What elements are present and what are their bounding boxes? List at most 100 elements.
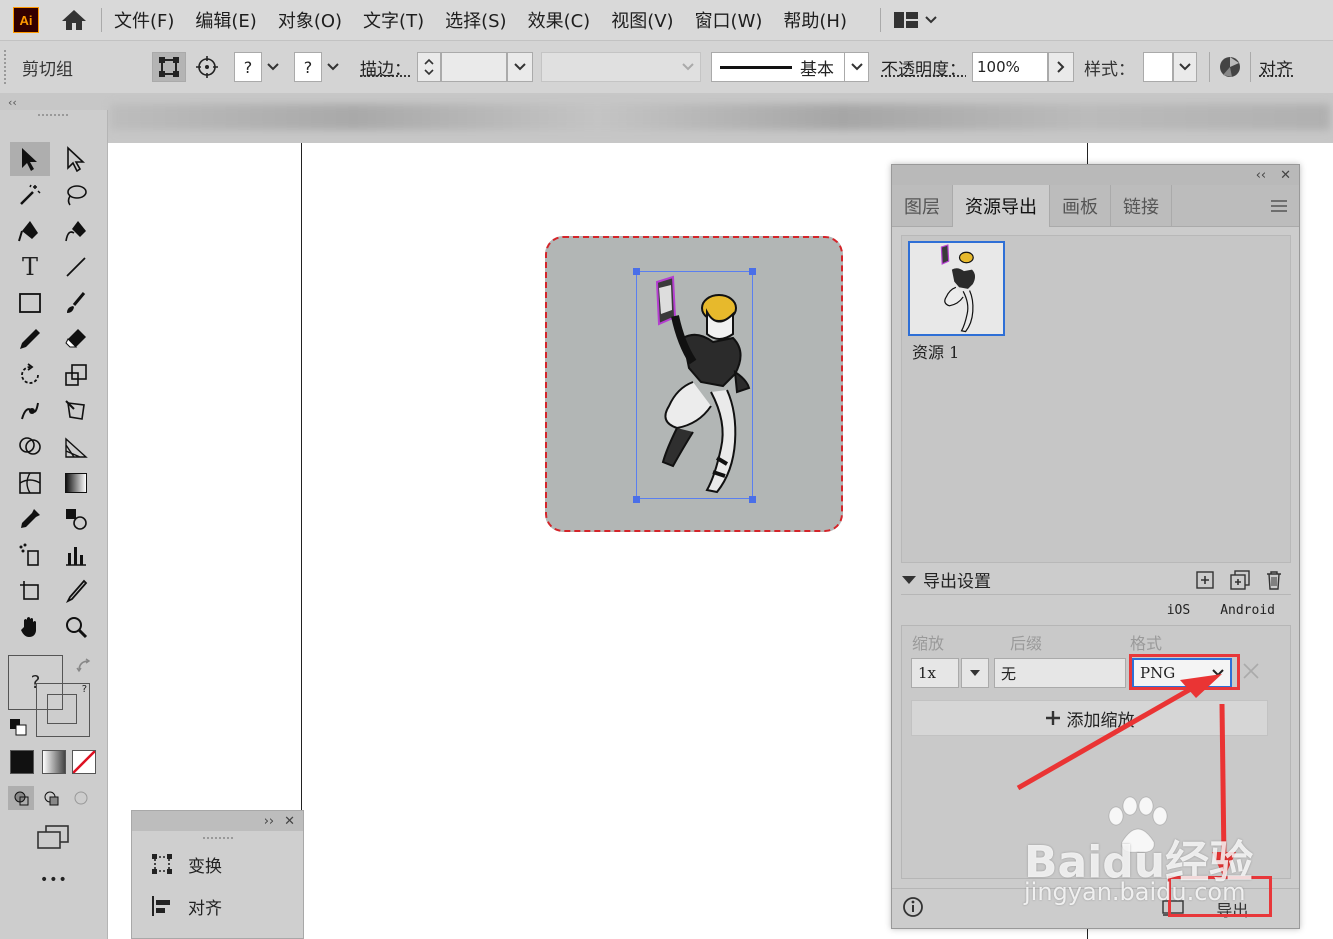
pencil-tool-icon[interactable]: [10, 322, 50, 356]
draw-inside-icon[interactable]: [68, 786, 94, 810]
align-label[interactable]: 对齐: [1259, 55, 1293, 80]
menu-view[interactable]: 视图(V): [611, 7, 673, 33]
scale-dropdown-icon[interactable]: [961, 658, 989, 688]
panel-menu-icon[interactable]: [1259, 185, 1299, 226]
brush-style-select[interactable]: 基本: [711, 52, 869, 82]
menu-help[interactable]: 帮助(H): [783, 7, 847, 33]
magic-wand-tool-icon[interactable]: [10, 178, 50, 212]
menu-effect[interactable]: 效果(C): [528, 7, 591, 33]
stroke-swatch[interactable]: ?: [294, 52, 322, 82]
curvature-tool-icon[interactable]: [56, 214, 96, 248]
symbol-sprayer-tool-icon[interactable]: [10, 538, 50, 572]
line-tool-icon[interactable]: [56, 250, 96, 284]
rectangle-tool-icon[interactable]: [10, 286, 50, 320]
close-icon[interactable]: ✕: [284, 814, 295, 829]
grip-handle[interactable]: [4, 50, 12, 84]
warp-tool-icon[interactable]: [10, 394, 50, 428]
scale-input[interactable]: 1x: [911, 658, 959, 688]
ios-preset-link[interactable]: iOS: [1167, 603, 1190, 618]
draw-normal-icon[interactable]: [8, 786, 34, 810]
grip-handle[interactable]: [38, 114, 68, 117]
menu-type[interactable]: 文字(T): [363, 7, 424, 33]
trash-icon[interactable]: [1265, 570, 1283, 590]
color-mode-icon[interactable]: [10, 750, 34, 774]
type-tool-icon[interactable]: T: [10, 250, 50, 284]
tab-links[interactable]: 链接: [1111, 185, 1172, 227]
stroke-color-swatch[interactable]: ?: [36, 683, 90, 737]
resize-handle[interactable]: [749, 268, 756, 275]
draw-behind-icon[interactable]: [38, 786, 64, 810]
menu-file[interactable]: 文件(F): [114, 7, 174, 33]
tab-asset-export[interactable]: 资源导出: [953, 185, 1050, 227]
default-colors-icon[interactable]: [9, 718, 27, 740]
eraser-tool-icon[interactable]: [56, 322, 96, 356]
collapse-panel-icon[interactable]: ‹‹: [1256, 168, 1266, 183]
chevron-down-icon[interactable]: [322, 52, 344, 82]
menu-window[interactable]: 窗口(W): [695, 7, 763, 33]
opacity-input[interactable]: 100%: [972, 52, 1048, 82]
column-graph-tool-icon[interactable]: [56, 538, 96, 572]
chevron-down-icon[interactable]: [1173, 52, 1197, 82]
collapse-panel-icon[interactable]: ‹‹: [8, 96, 17, 109]
shape-builder-tool-icon[interactable]: [10, 430, 50, 464]
slice-tool-icon[interactable]: [56, 574, 96, 608]
suffix-input[interactable]: 无: [994, 658, 1126, 688]
menu-select[interactable]: 选择(S): [445, 7, 506, 33]
menu-object[interactable]: 对象(O): [278, 7, 342, 33]
paintbrush-tool-icon[interactable]: [56, 286, 96, 320]
eyedropper-tool-icon[interactable]: [10, 502, 50, 536]
stroke-weight-stepper[interactable]: [417, 52, 441, 82]
home-icon[interactable]: [59, 6, 89, 34]
workspace-switcher-icon[interactable]: [893, 6, 943, 34]
asset-name[interactable]: 资源 1: [912, 339, 959, 363]
transform-panel-button[interactable]: 变换: [132, 843, 303, 885]
tab-layers[interactable]: 图层: [892, 185, 953, 227]
resize-handle[interactable]: [633, 268, 640, 275]
caret-down-icon[interactable]: [901, 575, 917, 585]
clip-group-icon[interactable]: [152, 52, 186, 82]
stroke-label[interactable]: 描边：: [360, 55, 411, 80]
blend-tool-icon[interactable]: [56, 502, 96, 536]
close-icon[interactable]: ✕: [1280, 168, 1291, 183]
chevron-down-icon[interactable]: [507, 52, 533, 82]
free-transform-tool-icon[interactable]: [56, 394, 96, 428]
add-scale-button[interactable]: 添加缩放: [911, 700, 1268, 736]
graphic-style-swatch[interactable]: [1143, 52, 1173, 82]
chevron-down-icon[interactable]: [262, 52, 284, 82]
zoom-tool-icon[interactable]: [56, 610, 96, 644]
edit-toolbar-icon[interactable]: •••: [40, 872, 68, 888]
align-panel-button[interactable]: 对齐: [132, 885, 303, 927]
opacity-label[interactable]: 不透明度：: [881, 55, 966, 80]
resize-handle[interactable]: [633, 496, 640, 503]
selection-bounding-box[interactable]: [636, 271, 753, 499]
fill-swatch[interactable]: ?: [234, 52, 262, 82]
recolor-artwork-icon[interactable]: [1210, 55, 1250, 79]
export-settings-header[interactable]: 导出设置: [901, 565, 1291, 595]
rotate-tool-icon[interactable]: [10, 358, 50, 392]
android-preset-link[interactable]: Android: [1220, 603, 1275, 618]
selection-tool-icon[interactable]: [10, 142, 50, 176]
stroke-weight-input[interactable]: [441, 52, 507, 82]
expand-panel-icon[interactable]: ››: [264, 814, 274, 829]
pen-tool-icon[interactable]: [10, 214, 50, 248]
artboard-tool-icon[interactable]: [10, 574, 50, 608]
menu-edit[interactable]: 编辑(E): [195, 7, 256, 33]
gradient-mode-icon[interactable]: [42, 750, 66, 774]
none-mode-icon[interactable]: [72, 750, 96, 774]
asset-thumbnail[interactable]: [908, 241, 1005, 336]
resize-handle[interactable]: [749, 496, 756, 503]
add-asset-icon[interactable]: [1195, 570, 1215, 590]
info-icon[interactable]: [902, 896, 924, 922]
variable-width-select[interactable]: [541, 52, 701, 82]
lasso-tool-icon[interactable]: [56, 178, 96, 212]
chevron-right-icon[interactable]: [1048, 52, 1074, 82]
screen-mode-icon[interactable]: [36, 824, 70, 854]
remove-scale-icon[interactable]: [1242, 662, 1260, 684]
add-multiple-assets-icon[interactable]: [1229, 569, 1251, 590]
tab-artboards[interactable]: 画板: [1050, 185, 1111, 227]
scale-tool-icon[interactable]: [56, 358, 96, 392]
isolate-icon[interactable]: [190, 52, 224, 82]
perspective-grid-tool-icon[interactable]: [56, 430, 96, 464]
direct-selection-tool-icon[interactable]: [56, 142, 96, 176]
hand-tool-icon[interactable]: [10, 610, 50, 644]
